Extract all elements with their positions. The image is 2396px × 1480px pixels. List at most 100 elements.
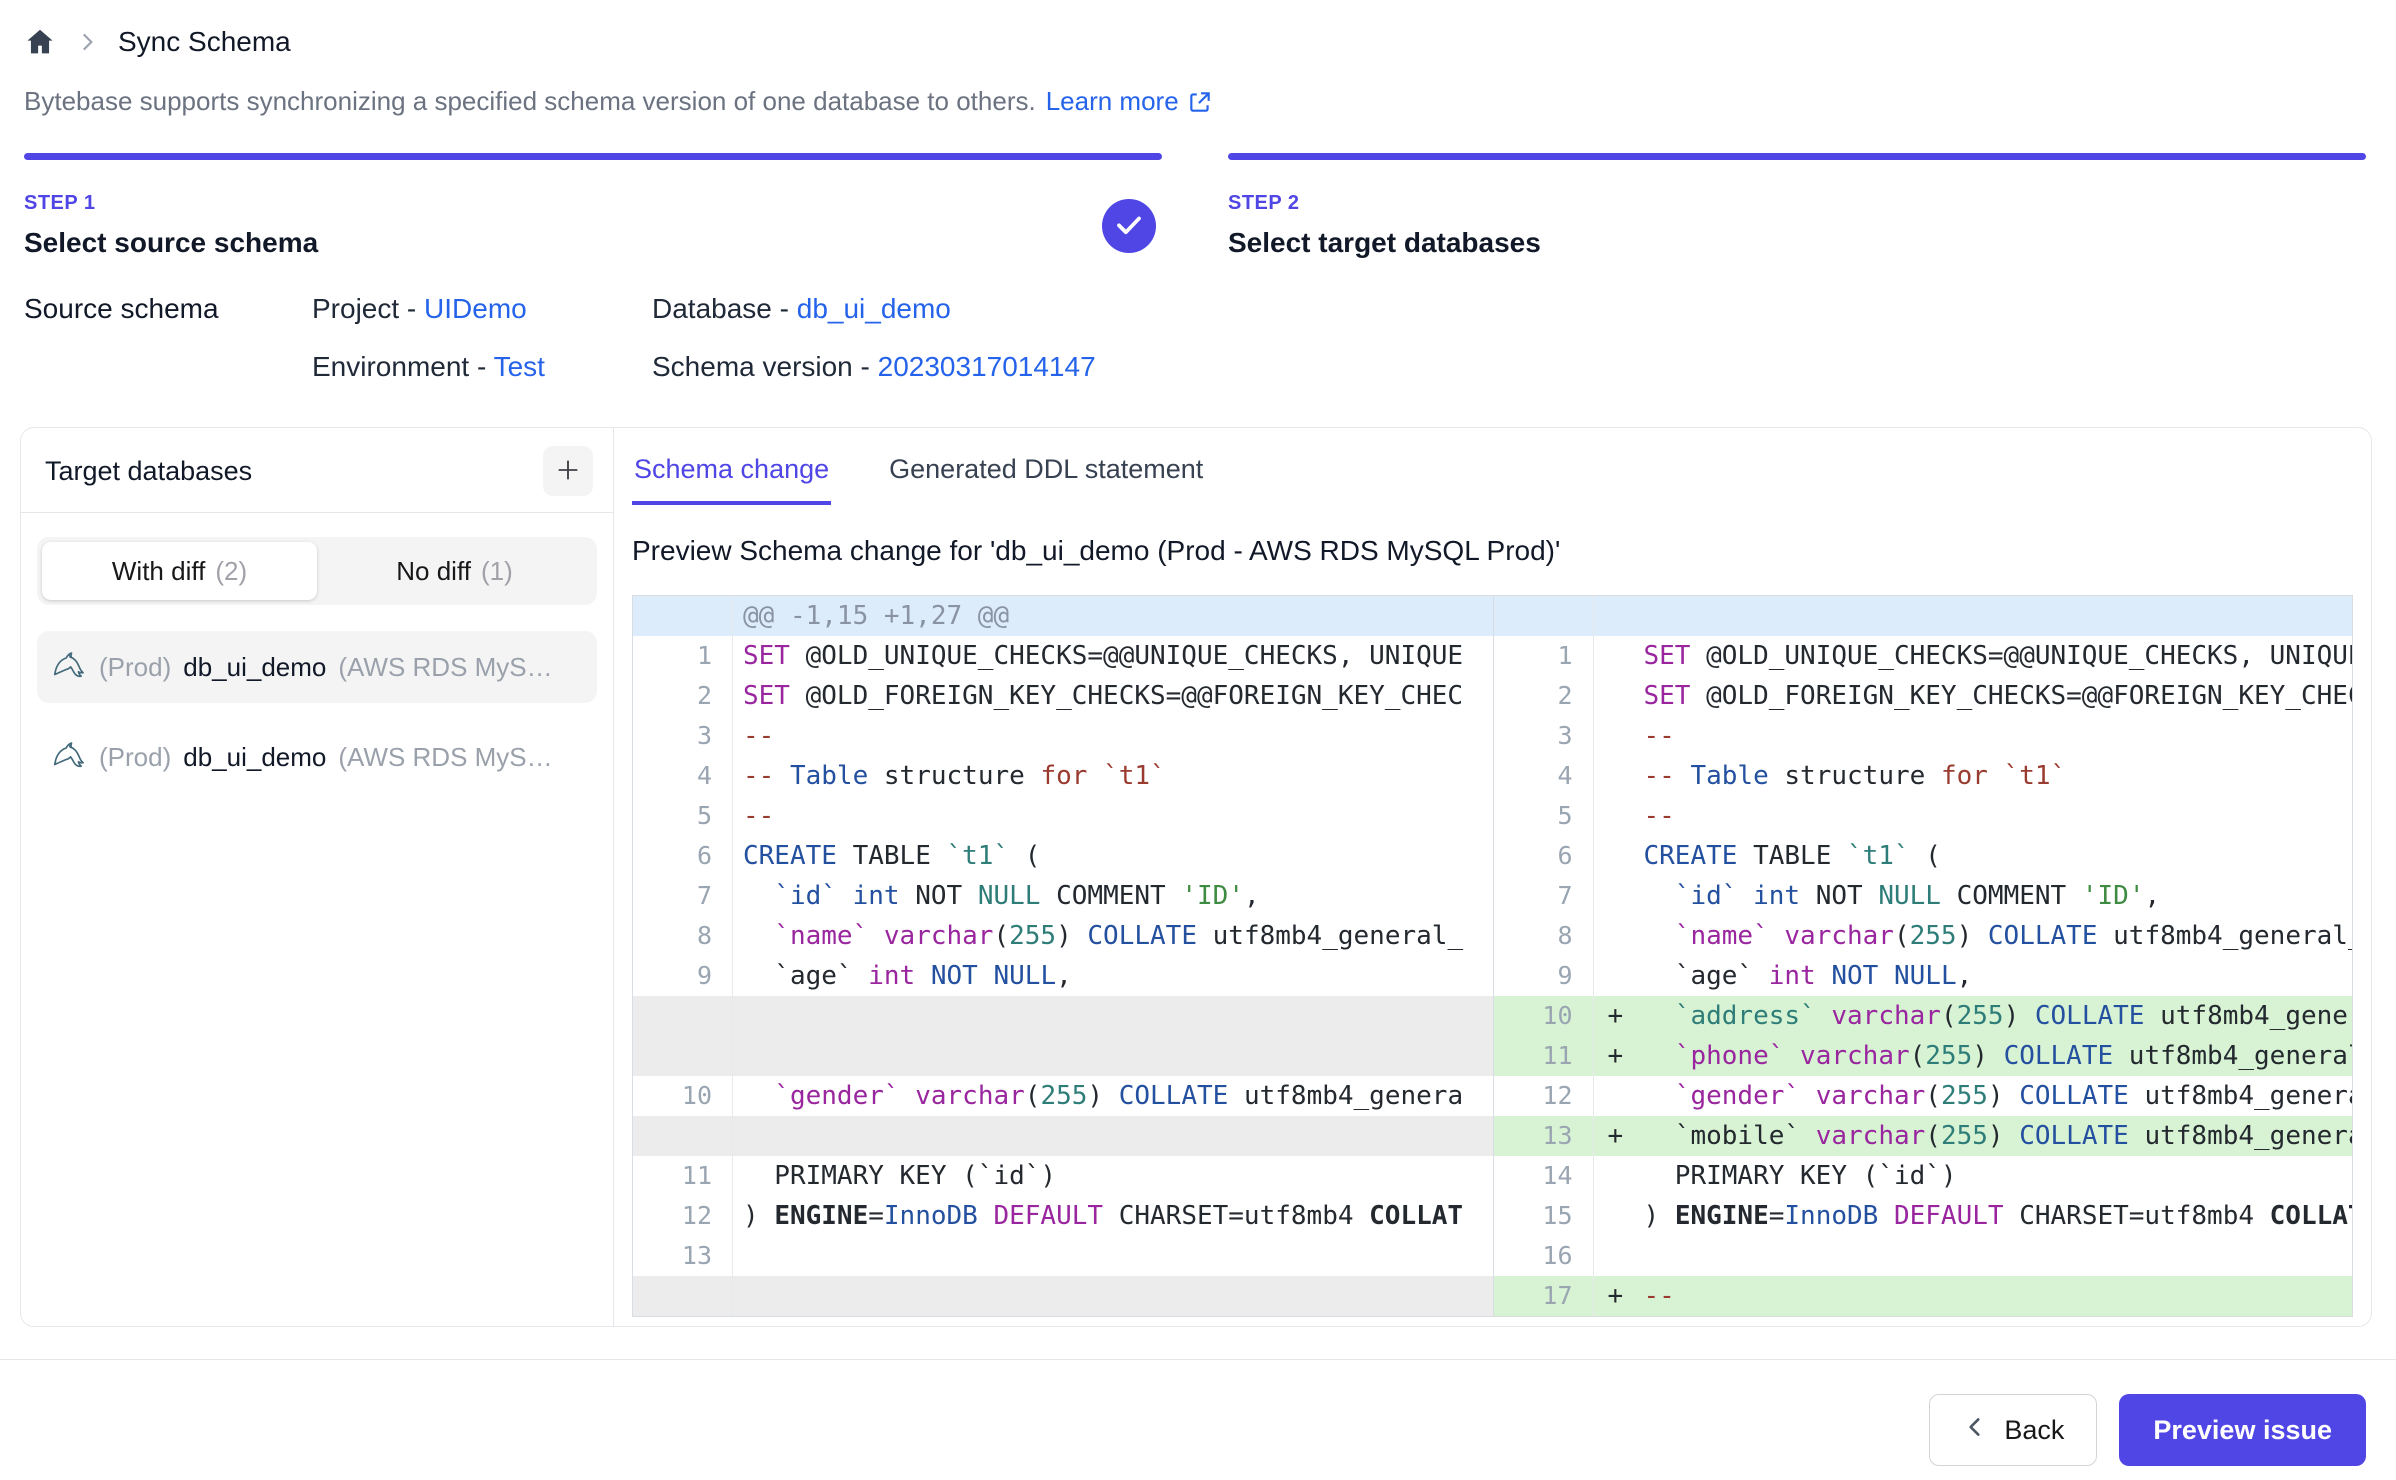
add-target-database-button[interactable]: [543, 446, 593, 496]
diff-row: 16: [1494, 1236, 2353, 1276]
diff-code-line: [733, 996, 1493, 1036]
diff-row: 14 PRIMARY KEY (`id`): [1494, 1156, 2353, 1196]
tab-with-diff[interactable]: With diff (2): [42, 542, 317, 600]
database-name: db_ui_demo: [183, 742, 326, 773]
diff-code-line: `name` varchar(255) COLLATE utf8mb4_gene…: [733, 916, 1493, 956]
tab-generated-ddl[interactable]: Generated DDL statement: [887, 448, 1205, 505]
diff-row: 7 `id` int NOT NULL COMMENT 'ID',: [1494, 876, 2353, 916]
schema-diff: @@ -1,15 +1,27 @@1SET @OLD_UNIQUE_CHECKS…: [632, 595, 2353, 1317]
diff-row: 5--: [633, 796, 1493, 836]
diff-line-number: [633, 996, 733, 1036]
diff-line-number: 11: [1494, 1036, 1594, 1076]
database-environment: (Prod): [99, 652, 171, 683]
diff-row: 13: [633, 1236, 1493, 1276]
diff-code-line: [733, 1116, 1493, 1156]
database-instance: (AWS RDS MyS…: [338, 742, 552, 773]
diff-code-line: --: [733, 716, 1493, 756]
diff-code-line: + `phone` varchar(255) COLLATE utf8mb4_g…: [1594, 1036, 2353, 1076]
diff-line-number: [633, 1276, 733, 1316]
step-2-label: STEP 2: [1228, 192, 2366, 215]
diff-code-line: SET @OLD_UNIQUE_CHECKS=@@UNIQUE_CHECKS, …: [733, 636, 1493, 676]
field-project: Project - UIDemo: [312, 293, 652, 325]
diff-row: 11 PRIMARY KEY (`id`): [633, 1156, 1493, 1196]
page-description: Bytebase supports synchronizing a specif…: [24, 86, 2366, 117]
diff-code-line: `id` int NOT NULL COMMENT 'ID',: [733, 876, 1493, 916]
diff-line-number: 9: [633, 956, 733, 996]
diff-code-line: -- Table structure for `t1`: [1594, 756, 2353, 796]
diff-row: 5--: [1494, 796, 2353, 836]
diff-code-line: +--: [1594, 1276, 2353, 1316]
database-name: db_ui_demo: [183, 652, 326, 683]
diff-pane-target[interactable]: 1SET @OLD_UNIQUE_CHECKS=@@UNIQUE_CHECKS,…: [1493, 596, 2353, 1316]
learn-more-link[interactable]: Learn more: [1046, 86, 1213, 117]
diff-row: 7 `id` int NOT NULL COMMENT 'ID',: [633, 876, 1493, 916]
diff-code-line: -- Table structure for `t1`: [733, 756, 1493, 796]
diff-row: [633, 1116, 1493, 1156]
preview-title: Preview Schema change for 'db_ui_demo (P…: [632, 535, 2353, 567]
back-button[interactable]: Back: [1929, 1394, 2097, 1466]
step-1-bar: [24, 153, 1162, 160]
diff-row: 6CREATE TABLE `t1` (: [633, 836, 1493, 876]
database-list-item[interactable]: (Prod) db_ui_demo (AWS RDS MyS…: [37, 631, 597, 703]
field-schema-version-label: Schema version -: [652, 351, 878, 382]
diff-row: 1SET @OLD_UNIQUE_CHECKS=@@UNIQUE_CHECKS,…: [1494, 636, 2353, 676]
target-databases-panel: Target databases With diff (2) No diff (…: [21, 428, 613, 1326]
chevron-left-icon: [1962, 1414, 1988, 1447]
diff-line-number: 13: [633, 1236, 733, 1276]
added-line-marker: +: [1594, 1276, 1644, 1316]
diff-row: 6CREATE TABLE `t1` (: [1494, 836, 2353, 876]
added-line-marker: +: [1594, 1116, 1644, 1156]
page-title: Sync Schema: [118, 26, 291, 58]
diff-code-line: [1594, 1236, 2353, 1276]
environment-link[interactable]: Test: [494, 351, 545, 382]
diff-line-number: 10: [633, 1076, 733, 1116]
step-2: STEP 2 Select target databases: [1228, 153, 2366, 259]
diff-line-number: [633, 1036, 733, 1076]
database-link[interactable]: db_ui_demo: [797, 293, 951, 324]
diff-code-line: `gender` varchar(255) COLLATE utf8mb4_ge…: [733, 1076, 1493, 1116]
diff-code-line: @@ -1,15 +1,27 @@: [733, 596, 1493, 636]
diff-pane-source[interactable]: @@ -1,15 +1,27 @@1SET @OLD_UNIQUE_CHECKS…: [633, 596, 1493, 1316]
mysql-icon: [51, 736, 87, 779]
source-schema-section: Source schema Project - UIDemo Database …: [24, 293, 2366, 383]
diff-line-number: 12: [633, 1196, 733, 1236]
diff-line-number: 5: [633, 796, 733, 836]
diff-filter-tabs: With diff (2) No diff (1): [37, 537, 597, 605]
diff-line-number: 8: [1494, 916, 1594, 956]
diff-row: [633, 996, 1493, 1036]
diff-row: 11+ `phone` varchar(255) COLLATE utf8mb4…: [1494, 1036, 2353, 1076]
tab-no-diff[interactable]: No diff (1): [317, 542, 592, 600]
schema-version-link[interactable]: 20230317014147: [878, 351, 1096, 382]
diff-row: 12) ENGINE=InnoDB DEFAULT CHARSET=utf8mb…: [633, 1196, 1493, 1236]
diff-row: 3--: [1494, 716, 2353, 756]
description-text: Bytebase supports synchronizing a specif…: [24, 86, 1036, 117]
chevron-right-icon: [74, 29, 100, 55]
diff-line-number: 1: [633, 636, 733, 676]
step-1-completed-check-icon: [1102, 199, 1156, 253]
field-database: Database - db_ui_demo: [652, 293, 1096, 325]
diff-row: 12 `gender` varchar(255) COLLATE utf8mb4…: [1494, 1076, 2353, 1116]
diff-row: 2SET @OLD_FOREIGN_KEY_CHECKS=@@FOREIGN_K…: [1494, 676, 2353, 716]
preview-issue-button[interactable]: Preview issue: [2119, 1394, 2366, 1466]
database-list-item[interactable]: (Prod) db_ui_demo (AWS RDS MyS…: [37, 721, 597, 793]
breadcrumb: Sync Schema: [24, 26, 2366, 58]
diff-line-number: 8: [633, 916, 733, 956]
diff-row: 4-- Table structure for `t1`: [633, 756, 1493, 796]
diff-line-number: 5: [1494, 796, 1594, 836]
home-icon[interactable]: [24, 26, 56, 58]
diff-line-number: 1: [1494, 636, 1594, 676]
diff-row: 15) ENGINE=InnoDB DEFAULT CHARSET=utf8mb…: [1494, 1196, 2353, 1236]
diff-code-line: --: [733, 796, 1493, 836]
field-database-label: Database -: [652, 293, 797, 324]
project-link[interactable]: UIDemo: [424, 293, 527, 324]
diff-row: [1494, 596, 2353, 636]
field-project-label: Project -: [312, 293, 424, 324]
diff-line-number: 3: [633, 716, 733, 756]
diff-line-number: 7: [633, 876, 733, 916]
source-schema-label: Source schema: [24, 293, 312, 383]
diff-line-number: [633, 1116, 733, 1156]
diff-code-line: `id` int NOT NULL COMMENT 'ID',: [1594, 876, 2353, 916]
diff-line-number: [1494, 596, 1594, 636]
tab-schema-change[interactable]: Schema change: [632, 448, 831, 505]
diff-code-line: SET @OLD_FOREIGN_KEY_CHECKS=@@FOREIGN_KE…: [1594, 676, 2353, 716]
